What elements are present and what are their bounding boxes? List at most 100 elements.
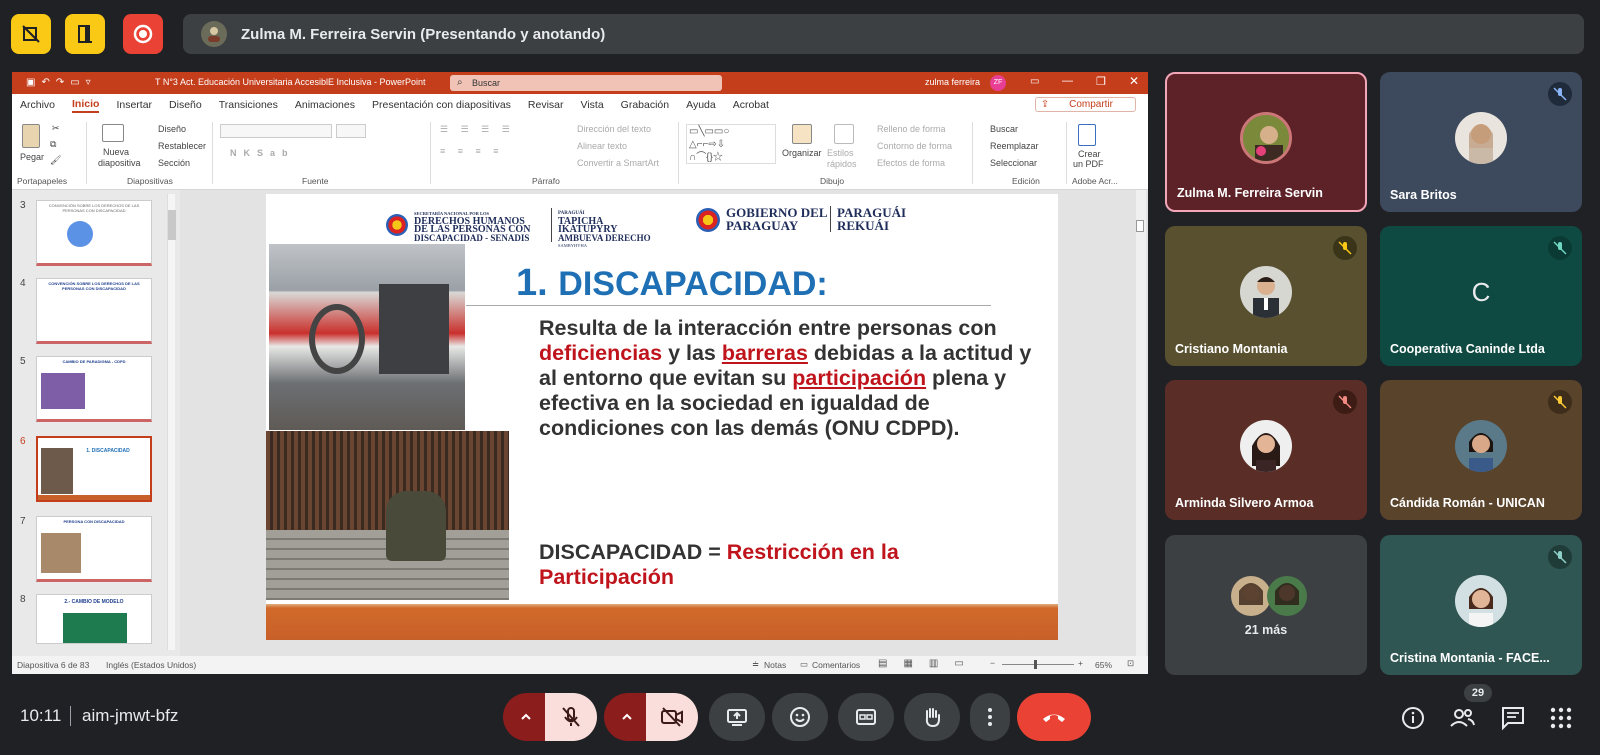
captions-button[interactable] (838, 693, 894, 741)
reset-button[interactable]: Restablecer (158, 141, 206, 151)
zoom-slider-thumb[interactable] (1034, 660, 1037, 669)
format-painter-icon[interactable]: 🖌 (50, 155, 61, 166)
slide-thumbnail[interactable]: CONVENCIÓN SOBRE LOS DERECHOS DE LAS PER… (36, 200, 152, 266)
smartart-button[interactable]: Convertir a SmartArt (577, 158, 659, 168)
paste-label[interactable]: Pegar (20, 152, 44, 162)
slide-vertical-scrollbar[interactable] (1136, 190, 1146, 656)
menu-insertar[interactable]: Insertar (116, 99, 152, 111)
share-button[interactable]: ⇪ Compartir (1034, 97, 1136, 112)
menu-animaciones[interactable]: Animaciones (295, 99, 355, 111)
present-screen-button[interactable] (709, 693, 765, 741)
ppt-user-name[interactable]: zulma ferreira (925, 77, 980, 87)
participant-tile[interactable]: Zulma M. Ferreira Servin (1165, 72, 1367, 212)
shape-effects-button[interactable]: Efectos de forma (877, 158, 945, 168)
participant-tile[interactable]: Cristiano Montania (1165, 226, 1367, 366)
copy-icon[interactable]: ⧉ (50, 139, 56, 150)
audio-options-button[interactable] (503, 693, 549, 741)
font-size-select[interactable] (336, 124, 366, 138)
video-options-button[interactable] (604, 693, 650, 741)
minimize-icon[interactable]: — (1062, 75, 1073, 87)
more-options-button[interactable] (970, 693, 1010, 741)
section-dropdown[interactable]: Sección (158, 158, 190, 168)
align-text-button[interactable]: Alinear texto (577, 141, 627, 151)
slide-scroll-thumb[interactable] (1136, 220, 1144, 232)
slide-thumbnail[interactable]: CONVENCIÓN SOBRE LOS DERECHOS DE LAS PER… (36, 278, 152, 344)
font-family-select[interactable] (220, 124, 332, 138)
zoom-level[interactable]: 65% (1095, 660, 1112, 670)
slide-thumbnail[interactable]: 2.- CAMBIO DE MODELO (36, 594, 152, 644)
close-icon[interactable]: ✕ (1129, 74, 1139, 88)
ppt-user-avatar[interactable]: ZF (990, 75, 1006, 91)
zoom-slider[interactable] (1002, 660, 1074, 669)
status-comments[interactable]: Comentarios (812, 660, 860, 670)
new-slide-label[interactable]: Nueva (103, 147, 129, 157)
meeting-code[interactable]: aim-jmwt-bfz (82, 706, 178, 726)
replace-button[interactable]: Reemplazar (990, 141, 1039, 151)
notes-icon[interactable]: ≐ (752, 659, 759, 670)
new-slide-icon[interactable] (102, 124, 124, 142)
slide-thumbnail[interactable]: PERSONA CON DISCAPACIDAD (36, 516, 152, 582)
maximize-icon[interactable]: ❐ (1096, 75, 1106, 88)
reactions-button[interactable] (772, 693, 828, 741)
current-slide[interactable]: SECRETARÍA NACIONAL POR LOS DERECHOS HUM… (266, 194, 1058, 640)
create-pdf-icon[interactable] (1078, 124, 1096, 146)
participant-tile[interactable]: C Cooperativa Caninde Ltda (1380, 226, 1582, 366)
shape-outline-button[interactable]: Contorno de forma (877, 141, 952, 151)
activities-button[interactable] (1550, 707, 1572, 729)
menu-vista[interactable]: Vista (581, 99, 604, 111)
comments-icon[interactable]: ▭ (800, 659, 808, 670)
menu-archivo[interactable]: Archivo (20, 99, 55, 111)
menu-grabacion[interactable]: Grabación (621, 99, 669, 111)
bullets-icons[interactable]: ☰ ☰ ☰ ☰ (440, 124, 515, 135)
text-direction-button[interactable]: Dirección del texto (577, 124, 651, 134)
layout-button[interactable] (65, 14, 105, 54)
slide-thumbnail-active[interactable]: 1. DISCAPACIDAD (36, 436, 152, 502)
cut-icon[interactable]: ✂ (52, 123, 60, 134)
arrange-icon[interactable] (792, 124, 812, 144)
status-notes[interactable]: Notas (764, 660, 786, 670)
microphone-toggle-button[interactable] (545, 693, 597, 741)
new-slide-label-2[interactable]: diapositiva (98, 158, 141, 168)
quick-styles-label-2[interactable]: rápidos (827, 159, 857, 169)
paste-icon[interactable] (22, 124, 40, 148)
participant-tile[interactable]: Cristina Montania - FACE... (1380, 535, 1582, 675)
find-button[interactable]: Buscar (990, 124, 1018, 134)
people-button[interactable] (1448, 705, 1476, 731)
select-button[interactable]: Seleccionar (990, 158, 1037, 168)
ppt-search-box[interactable]: ⌕ Buscar (450, 75, 722, 91)
zoom-out-icon[interactable]: − (990, 658, 995, 668)
leave-call-button[interactable] (1017, 693, 1091, 741)
thumb-scroll-thumb[interactable] (168, 210, 176, 240)
quick-styles-icon[interactable] (834, 124, 854, 144)
menu-presentacion[interactable]: Presentación con diapositivas (372, 99, 511, 111)
shape-fill-button[interactable]: Relleno de forma (877, 124, 946, 134)
raise-hand-button[interactable] (904, 693, 960, 741)
participant-tile[interactable]: Arminda Silvero Armoa (1165, 380, 1367, 520)
quick-styles-label[interactable]: Estilos (827, 148, 854, 158)
menu-transiciones[interactable]: Transiciones (219, 99, 278, 111)
recording-button[interactable] (123, 14, 163, 54)
meeting-info-button[interactable] (1400, 705, 1426, 731)
fit-slide-icon[interactable]: ⊡ (1127, 658, 1134, 669)
zoom-in-icon[interactable]: + (1078, 658, 1083, 668)
menu-revisar[interactable]: Revisar (528, 99, 564, 111)
arrange-label[interactable]: Organizar (782, 148, 822, 158)
menu-diseno[interactable]: Diseño (169, 99, 202, 111)
ribbon-display-icon[interactable]: ▭ (1030, 76, 1039, 87)
create-pdf-label-2[interactable]: un PDF (1073, 159, 1104, 169)
chat-button[interactable] (1500, 705, 1526, 731)
thumb-scrollbar[interactable] (167, 194, 176, 650)
participant-tile[interactable]: Sara Britos (1380, 72, 1582, 212)
hide-camera-view-button[interactable] (11, 14, 51, 54)
layout-dropdown[interactable]: Diseño (158, 124, 186, 134)
align-icons[interactable]: ≡ ≡ ≡ ≡ (440, 146, 504, 156)
view-buttons[interactable]: ▤▦▥▭ (878, 658, 980, 669)
shapes-gallery[interactable]: ▭╲▭▭○ △⌐⌐⇨⇩ ∩⌒{}☆ (686, 124, 776, 164)
ppt-quick-access-icons[interactable]: ▣↶↷▭▿ (26, 77, 97, 88)
participant-tile[interactable]: Cándida Román - UNICAN (1380, 380, 1582, 520)
menu-ayuda[interactable]: Ayuda (686, 99, 716, 111)
camera-toggle-button[interactable] (646, 693, 698, 741)
menu-acrobat[interactable]: Acrobat (733, 99, 769, 111)
menu-inicio[interactable]: Inicio (72, 98, 100, 113)
create-pdf-label[interactable]: Crear (1078, 149, 1101, 159)
